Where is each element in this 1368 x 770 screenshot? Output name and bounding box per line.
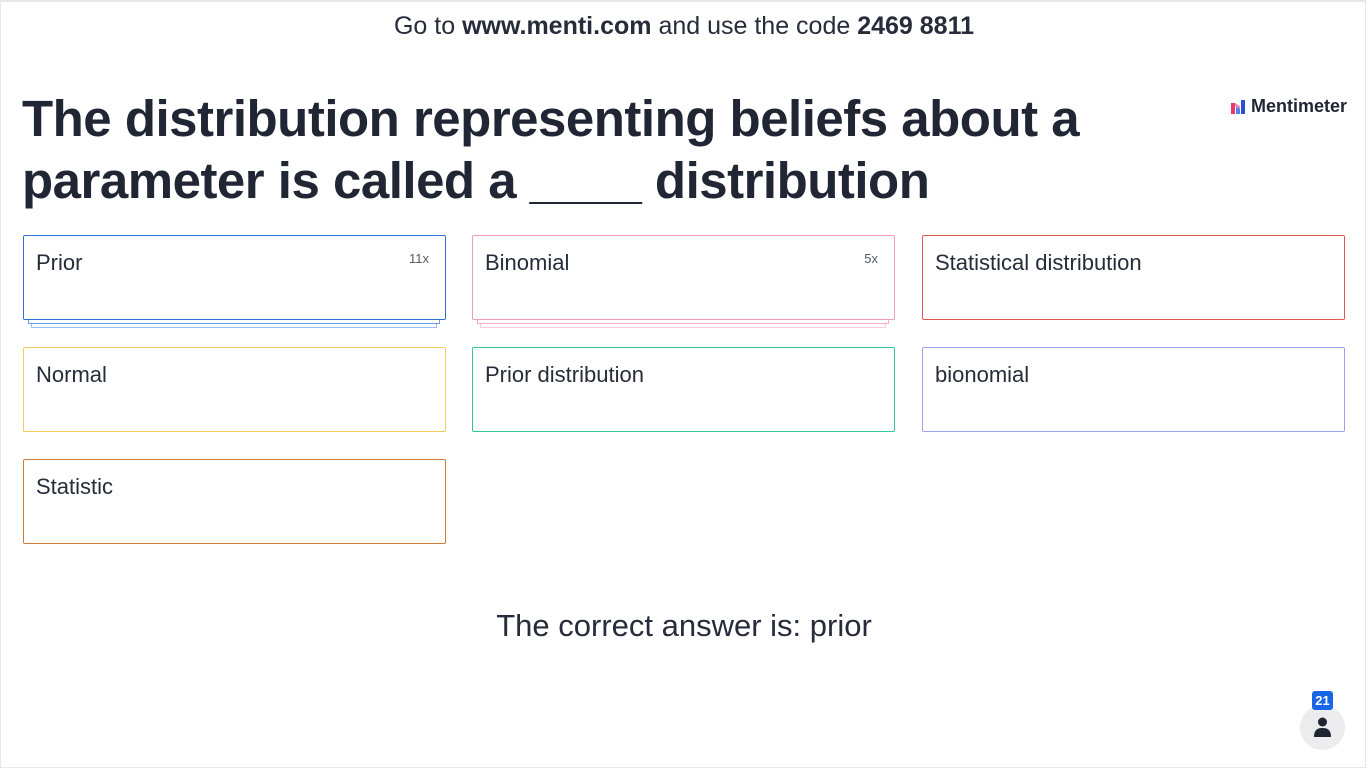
response-label: Statistic (36, 474, 114, 499)
join-code: 2469 8811 (857, 12, 975, 40)
response-label: Statistical distribution (935, 250, 1142, 275)
participant-count-badge: 21 (1312, 691, 1333, 710)
response-card: Statistical distribution (922, 235, 1345, 320)
response-card: Prior distribution (472, 347, 895, 432)
response-card: Prior 11x (23, 235, 446, 320)
response-label: Normal (36, 362, 107, 387)
response-label: Prior (36, 250, 83, 275)
join-middle: and use the code (658, 12, 851, 40)
mentimeter-logo: Mentimeter (1231, 96, 1347, 117)
correct-answer-text: The correct answer is: prior (496, 608, 872, 643)
response-card: Statistic (23, 459, 446, 544)
response-count: 5x (864, 251, 878, 266)
response-stack-shadow (480, 324, 886, 328)
response-card: Binomial 5x (472, 235, 895, 320)
response-count: 11x (409, 251, 429, 266)
response-card: bionomial (922, 347, 1345, 432)
response-card: Normal (23, 347, 446, 432)
response-label: Prior distribution (485, 362, 644, 387)
response-label: Binomial (485, 250, 570, 275)
question-title: The distribution representing beliefs ab… (22, 90, 1080, 209)
response-label: bionomial (935, 362, 1030, 387)
mentimeter-logo-icon (1231, 99, 1245, 114)
participants-button[interactable] (1300, 705, 1345, 750)
response-stack-shadow (31, 324, 437, 328)
person-icon (1314, 717, 1331, 737)
join-instructions: Go to www.menti.com and use the code 246… (0, 12, 1368, 41)
join-prefix: Go to (393, 12, 456, 40)
join-url[interactable]: www.menti.com (462, 12, 651, 40)
brand-name: Mentimeter (1251, 96, 1348, 116)
